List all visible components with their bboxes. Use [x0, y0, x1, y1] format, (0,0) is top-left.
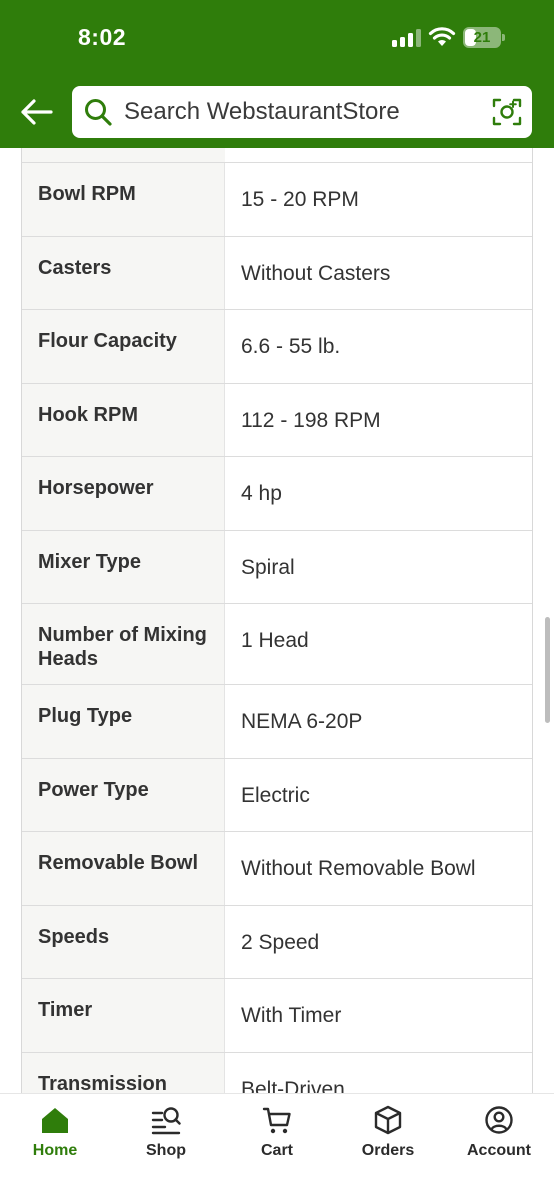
- spec-value: With Timer: [241, 1004, 342, 1027]
- spec-value: 15 - 20 RPM: [241, 188, 359, 211]
- wifi-icon: [428, 27, 456, 46]
- spec-row: Casters Without Casters: [22, 237, 532, 310]
- spec-value: Spiral: [241, 556, 295, 579]
- spec-value: Electric: [241, 784, 310, 807]
- search-icon: [85, 99, 112, 126]
- spec-row: Removable Bowl Without Removable Bowl: [22, 832, 532, 906]
- spec-label: Speeds: [22, 906, 225, 978]
- tab-home-label: Home: [32, 1142, 78, 1159]
- spec-row: Plug Type NEMA 6-20P: [22, 685, 532, 759]
- spec-label: Number of Mixing Heads: [22, 604, 225, 684]
- spec-row: Bowl RPM 15 - 20 RPM: [22, 163, 532, 237]
- status-bar: 8:02 21: [0, 0, 554, 76]
- spec-value: 4 hp: [241, 482, 282, 505]
- spec-row: Power Type Electric: [22, 759, 532, 832]
- spec-row: Speeds 2 Speed: [22, 906, 532, 979]
- account-icon: [485, 1106, 513, 1134]
- spec-row: Flour Capacity 6.6 - 55 lb.: [22, 310, 532, 384]
- spec-label: Casters: [22, 237, 225, 309]
- spec-label: Power Type: [22, 759, 225, 831]
- cart-icon: [262, 1107, 291, 1134]
- spec-label: Flour Capacity: [22, 310, 225, 383]
- spec-label: Plug Type: [22, 685, 225, 758]
- search-bar[interactable]: [72, 86, 532, 138]
- tab-shop[interactable]: Shop: [111, 1094, 221, 1174]
- bottom-tab-bar: Home Shop Cart Orders Account: [0, 1093, 554, 1200]
- tab-cart[interactable]: Cart: [222, 1094, 332, 1174]
- tab-shop-label: Shop: [146, 1142, 186, 1159]
- spec-label: Removable Bowl: [22, 832, 225, 905]
- spec-row: Transmission Belt-Driven: [22, 1053, 532, 1093]
- cellular-signal-icon: [392, 29, 422, 47]
- spec-label: Hook RPM: [22, 384, 225, 456]
- battery-level: 21: [473, 29, 491, 46]
- scrollbar[interactable]: [545, 617, 550, 723]
- tab-orders-label: Orders: [361, 1142, 415, 1159]
- tab-cart-label: Cart: [260, 1142, 293, 1159]
- camera-scan-icon[interactable]: [492, 97, 522, 127]
- spec-row: Horsepower 4 hp: [22, 457, 532, 531]
- spec-value: NEMA 6-20P: [241, 710, 363, 733]
- spec-row: Number of Mixing Heads 1 Head: [22, 604, 532, 685]
- spec-label: Transmission: [22, 1053, 225, 1093]
- status-time: 8:02: [78, 24, 127, 50]
- battery-icon: 21: [463, 27, 505, 48]
- spec-row: Mixer Type Spiral: [22, 531, 532, 604]
- back-arrow-button[interactable]: [18, 96, 54, 128]
- spec-label: Horsepower: [22, 457, 225, 530]
- app-header: 8:02 21: [0, 0, 554, 148]
- spec-value: 1 Head: [241, 629, 309, 652]
- spec-value: 112 - 198 RPM: [241, 409, 381, 432]
- product-specs-section: Bowl RPM 15 - 20 RPM Casters Without Cas…: [0, 148, 554, 1093]
- search-input[interactable]: [124, 92, 484, 132]
- spec-value: Without Casters: [241, 262, 391, 285]
- tab-home[interactable]: Home: [0, 1094, 110, 1174]
- tab-account[interactable]: Account: [444, 1094, 554, 1174]
- spec-value: Without Removable Bowl: [241, 857, 476, 880]
- spec-label: Bowl RPM: [22, 163, 225, 236]
- spec-table: Bowl RPM 15 - 20 RPM Casters Without Cas…: [21, 162, 533, 1093]
- spec-value: Belt-Driven: [241, 1078, 345, 1093]
- spec-row: Timer With Timer: [22, 979, 532, 1053]
- tab-orders[interactable]: Orders: [333, 1094, 443, 1174]
- tab-account-label: Account: [467, 1142, 531, 1159]
- spec-label: Mixer Type: [22, 531, 225, 603]
- home-icon: [42, 1108, 68, 1133]
- spec-value: 2 Speed: [241, 931, 320, 954]
- shop-search-icon: [151, 1107, 181, 1135]
- orders-box-icon: [374, 1105, 402, 1135]
- spec-value: 6.6 - 55 lb.: [241, 335, 341, 358]
- spec-row: Hook RPM 112 - 198 RPM: [22, 384, 532, 457]
- spec-label: Timer: [22, 979, 225, 1052]
